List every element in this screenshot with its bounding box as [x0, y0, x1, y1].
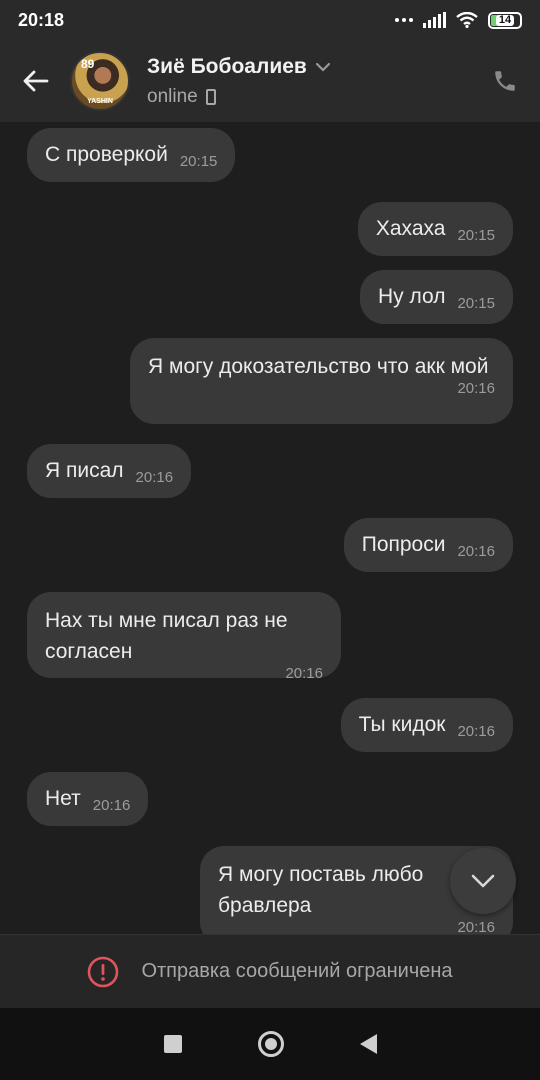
avatar[interactable]: 89 YASHIN: [70, 51, 130, 111]
avatar-card-name: YASHIN: [87, 98, 113, 105]
message-text: Попроси: [361, 533, 446, 556]
status-time: 20:18: [18, 9, 65, 30]
system-navigation-bar: [0, 1008, 540, 1080]
chevron-down-icon: [315, 62, 330, 72]
contact-status: online: [147, 85, 198, 107]
message-text: Я писал: [45, 459, 124, 482]
message-time: 20:16: [457, 543, 495, 560]
message-outgoing[interactable]: Ты кидок 20:16: [340, 698, 513, 752]
message-text: Хахаха: [375, 217, 446, 240]
message-text: Я могу поставь любо бравлера: [218, 863, 424, 917]
message-text: Нах ты мне писал раз не согласен: [45, 609, 288, 663]
message-text: С проверкой: [45, 143, 168, 166]
mobile-device-icon: [205, 88, 216, 105]
message-text: Нет: [45, 787, 81, 810]
message-outgoing[interactable]: Ну лол 20:15: [359, 270, 513, 324]
nav-recents-icon[interactable]: [163, 1035, 182, 1053]
message-incoming[interactable]: С проверкой 20:15: [27, 128, 236, 182]
message-outgoing[interactable]: Я могу докозательство что акк мой 20:16: [130, 338, 513, 424]
status-indicators: 14: [395, 11, 522, 29]
scroll-to-bottom-button[interactable]: [450, 848, 516, 914]
message-outgoing[interactable]: Попроси 20:16: [343, 518, 513, 572]
battery-icon: 14: [488, 11, 522, 29]
message-list[interactable]: С проверкой 20:15 Хахаха 20:15 Ну лол 20:15…: [0, 122, 540, 934]
avatar-rating: 89: [81, 57, 95, 71]
message-time: 20:16: [457, 919, 495, 934]
more-notifications-icon: [395, 18, 413, 22]
battery-level: 14: [495, 14, 515, 26]
message-time: 20:16: [457, 380, 495, 397]
message-text: Ну лол: [377, 285, 446, 308]
message-time: 20:16: [285, 665, 323, 682]
message-text: Ты кидок: [358, 713, 446, 736]
back-button[interactable]: [0, 40, 70, 122]
message-incoming[interactable]: Нет 20:16: [27, 772, 149, 826]
message-time: 20:15: [457, 295, 495, 312]
contact-info[interactable]: Зиё Бобоалиев online: [147, 55, 331, 108]
call-button[interactable]: [470, 40, 540, 122]
chat-header: 89 YASHIN Зиё Бобоалиев online: [0, 40, 540, 122]
nav-home-icon[interactable]: [257, 1031, 284, 1057]
chat-screen: 20:18 14 89 YASHIN Зиё Бобоалиев online …: [0, 0, 540, 1080]
message-incoming[interactable]: Я писал 20:16: [27, 444, 192, 498]
chevron-down-icon: [471, 874, 495, 888]
message-time: 20:16: [457, 723, 495, 740]
message-text: Я могу докозательство что акк мой: [148, 355, 489, 378]
messaging-restricted-bar: Отправка сообщений ограничена: [0, 934, 540, 1008]
alert-icon: [88, 956, 119, 987]
back-arrow-icon: [23, 70, 49, 92]
message-time: 20:16: [92, 797, 131, 814]
contact-name: Зиё Бобоалиев: [147, 54, 307, 78]
nav-back-icon[interactable]: [359, 1034, 377, 1054]
status-bar: 20:18 14: [0, 0, 540, 40]
message-time: 20:15: [179, 153, 218, 170]
message-time: 20:16: [135, 469, 174, 486]
message-outgoing[interactable]: Хахаха 20:15: [357, 202, 513, 256]
message-time: 20:15: [457, 227, 495, 244]
message-incoming[interactable]: Нах ты мне писал раз не согласен 20:16: [27, 592, 341, 682]
restriction-message: Отправка сообщений ограничена: [141, 960, 453, 982]
wifi-icon: [456, 12, 478, 28]
phone-icon: [495, 71, 515, 91]
signal-icon: [423, 12, 446, 28]
